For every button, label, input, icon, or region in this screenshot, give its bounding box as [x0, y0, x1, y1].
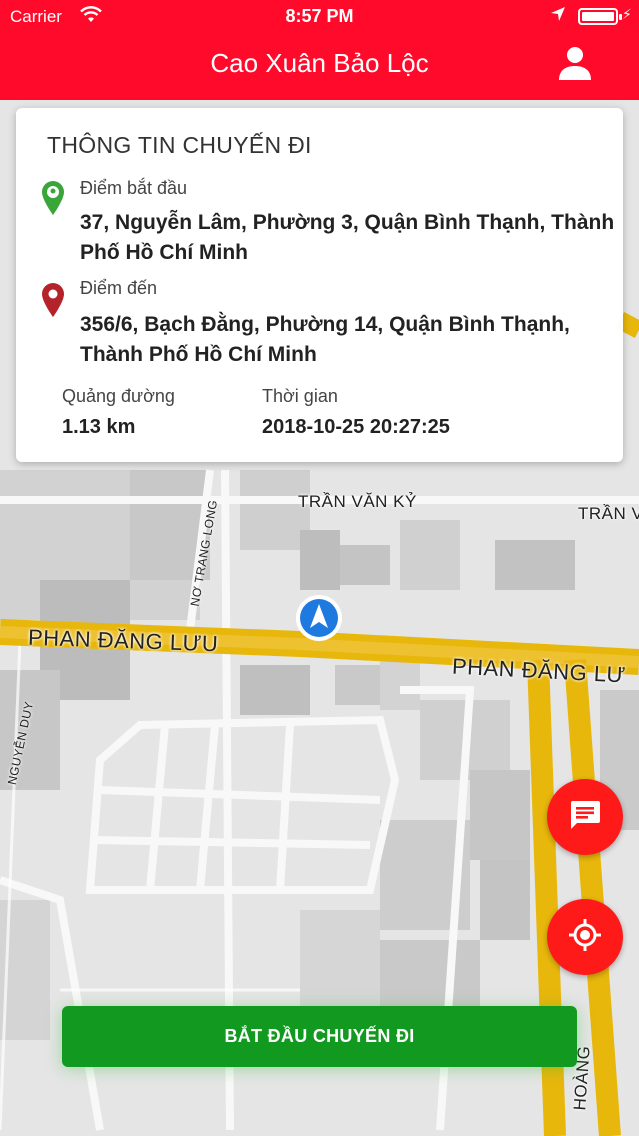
chat-button[interactable] — [547, 779, 623, 855]
charging-bolt-icon: ⚡ — [622, 6, 632, 22]
status-bar: Carrier 8:57 PM ⚡ — [0, 0, 639, 32]
destination-address: 356/6, Bạch Đằng, Phường 14, Quận Bình T… — [80, 313, 570, 366]
top-bar: Carrier 8:57 PM ⚡ Cao Xuân Bảo Lộc — [0, 0, 639, 100]
person-icon[interactable] — [556, 44, 594, 82]
chat-icon — [568, 798, 602, 837]
distance-value: 1.13 km — [62, 416, 136, 438]
distance-label: Quảng đường — [62, 386, 175, 406]
battery-icon — [578, 8, 622, 25]
street-label-tran-van-ky: TRẦN VĂN KỶ — [298, 492, 417, 511]
street-label-tran-van-east: TRẦN VĂ — [578, 504, 639, 523]
start-trip-button[interactable]: BẮT ĐẦU CHUYẾN ĐI — [62, 1006, 577, 1067]
start-label: Điểm bắt đầu — [80, 178, 188, 198]
crosshair-icon — [567, 917, 603, 958]
locate-me-button[interactable] — [547, 899, 623, 975]
destination-label: Điểm đến — [80, 278, 158, 298]
start-address: 37, Nguyễn Lâm, Phường 3, Quận Bình Thạn… — [80, 211, 615, 264]
start-pin-icon — [40, 180, 66, 216]
destination-pin-icon — [40, 282, 66, 318]
clock: 8:57 PM — [285, 6, 354, 26]
location-arrow-icon — [550, 6, 566, 27]
time-value: 2018-10-25 20:27:25 — [262, 416, 450, 438]
time-label: Thời gian — [262, 386, 338, 406]
page-title: Cao Xuân Bảo Lộc — [210, 48, 429, 78]
card-title: THÔNG TIN CHUYẾN ĐI — [47, 132, 312, 158]
trip-info-card: THÔNG TIN CHUYẾN ĐI Điểm bắt đầu 37, Ngu… — [16, 108, 623, 462]
